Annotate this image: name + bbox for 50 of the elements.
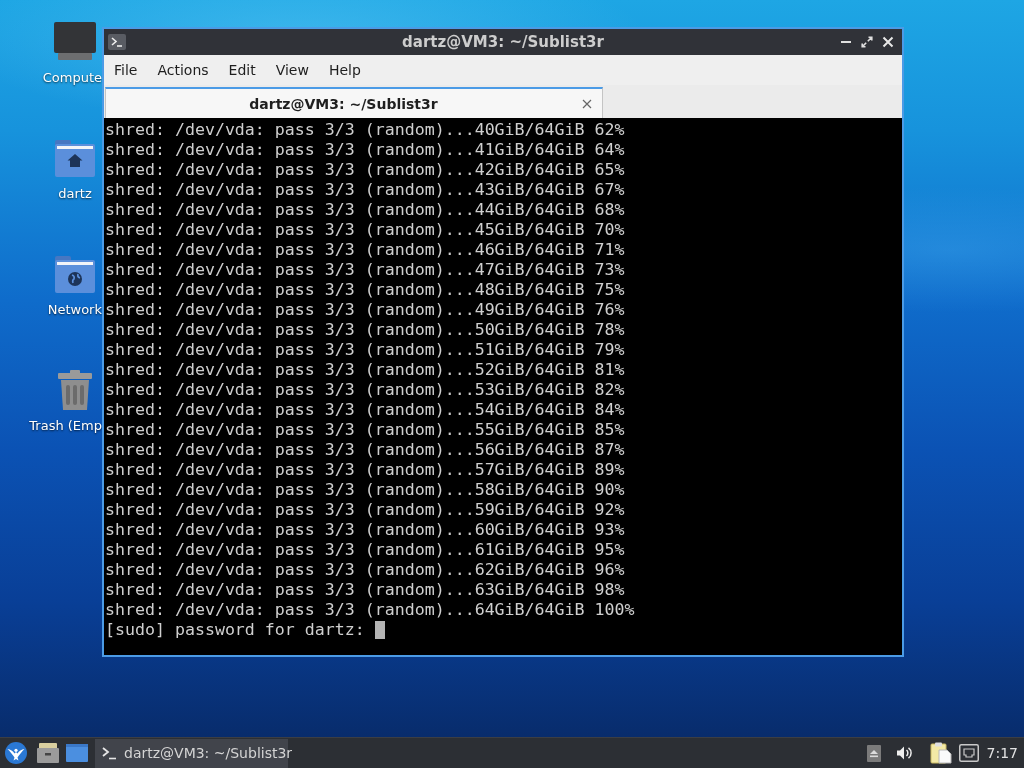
terminal-prompt: [sudo] password for dartz: <box>105 620 365 640</box>
globe-folder-icon[interactable] <box>53 254 97 294</box>
clock[interactable]: 7:17 <box>986 745 1018 761</box>
terminal-line: shred: /dev/vda: pass 3/3 (random)...57GiB/64GiB 89% <box>105 460 626 480</box>
monitor-icon[interactable] <box>53 22 97 62</box>
terminal-line: shred: /dev/vda: pass 3/3 (random)...47GiB/64GiB 73% <box>105 260 626 280</box>
file-drawer-icon[interactable] <box>37 743 59 763</box>
menu-item[interactable]: Edit <box>218 57 266 83</box>
terminal-line: shred: /dev/vda: pass 3/3 (random)...64GiB/64GiB 100% <box>105 600 636 620</box>
menu-item[interactable]: View <box>265 57 319 83</box>
terminal-line: shred: /dev/vda: pass 3/3 (random)...63GiB/64GiB 98% <box>105 580 626 600</box>
desktop-icon-label[interactable]: Network <box>47 302 102 318</box>
terminal-line: shred: /dev/vda: pass 3/3 (random)...55GiB/64GiB 85% <box>105 420 626 440</box>
terminal-line: shred: /dev/vda: pass 3/3 (random)...48GiB/64GiB 75% <box>105 280 626 300</box>
tab[interactable]: dartz@VM3: ~/Sublist3r <box>105 87 603 118</box>
terminal-line: shred: /dev/vda: pass 3/3 (random)...58GiB/64GiB 90% <box>105 480 626 500</box>
terminal-line: shred: /dev/vda: pass 3/3 (random)...45GiB/64GiB 70% <box>105 220 626 240</box>
terminal-line: shred: /dev/vda: pass 3/3 (random)...62GiB/64GiB 96% <box>105 560 626 580</box>
menu-item[interactable]: File <box>104 57 148 83</box>
terminal-line: shred: /dev/vda: pass 3/3 (random)...51GiB/64GiB 79% <box>105 340 626 360</box>
close-icon[interactable] <box>581 97 593 110</box>
terminal-icon <box>108 34 126 50</box>
terminal-line: shred: /dev/vda: pass 3/3 (random)...49GiB/64GiB 76% <box>105 300 626 320</box>
terminal-line: shred: /dev/vda: pass 3/3 (random)...46GiB/64GiB 71% <box>105 240 626 260</box>
terminal-line: shred: /dev/vda: pass 3/3 (random)...54GiB/64GiB 84% <box>105 400 626 420</box>
menu-item[interactable]: Help <box>318 57 371 83</box>
menu-item[interactable]: Actions <box>147 57 219 83</box>
terminal-line: shred: /dev/vda: pass 3/3 (random)...61GiB/64GiB 95% <box>105 540 626 560</box>
desktop-icon-label[interactable]: dartz <box>58 186 92 202</box>
desktop-icon-label[interactable]: Trash (Emp <box>29 418 102 434</box>
terminal-line: shred: /dev/vda: pass 3/3 (random)...60GiB/64GiB 93% <box>105 520 626 540</box>
terminal-line: shred: /dev/vda: pass 3/3 (random)...41GiB/64GiB 64% <box>105 140 626 160</box>
ethernet-port-icon[interactable] <box>958 744 979 762</box>
terminal-line: shred: /dev/vda: pass 3/3 (random)...44GiB/64GiB 68% <box>105 200 626 220</box>
terminal-line: shred: /dev/vda: pass 3/3 (random)...59GiB/64GiB 92% <box>105 500 626 520</box>
clipboard-icon[interactable] <box>929 742 952 764</box>
terminal-line: shred: /dev/vda: pass 3/3 (random)...42GiB/64GiB 65% <box>105 160 626 180</box>
terminal-line: shred: /dev/vda: pass 3/3 (random)...52GiB/64GiB 81% <box>105 360 626 380</box>
terminal-line: shred: /dev/vda: pass 3/3 (random)...43GiB/64GiB 67% <box>105 180 626 200</box>
terminal-icon <box>101 746 117 760</box>
terminal-line: shred: /dev/vda: pass 3/3 (random)...40GiB/64GiB 62% <box>105 120 626 140</box>
terminal-line: shred: /dev/vda: pass 3/3 (random)...53GiB/64GiB 82% <box>105 380 626 400</box>
terminal-line: shred: /dev/vda: pass 3/3 (random)...50GiB/64GiB 78% <box>105 320 626 340</box>
bird-logo-icon[interactable] <box>4 741 28 765</box>
window-title: dartz@VM3: ~/Sublist3r <box>402 33 604 51</box>
home-folder-icon[interactable] <box>53 138 97 178</box>
terminal-line: shred: /dev/vda: pass 3/3 (random)...56GiB/64GiB 87% <box>105 440 626 460</box>
eject-icon[interactable] <box>866 744 881 762</box>
text-cursor-icon <box>374 621 385 639</box>
speaker-icon[interactable] <box>895 745 912 761</box>
